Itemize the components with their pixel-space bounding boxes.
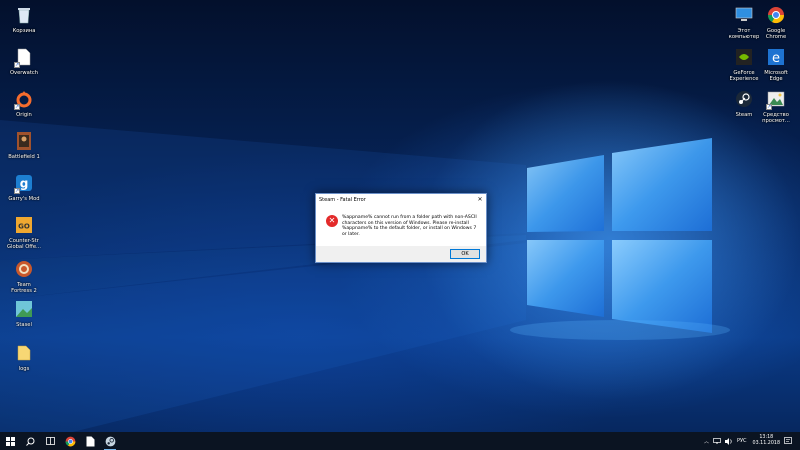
task-view-icon [45,437,55,445]
desktop-icon-label: Overwatch [9,70,39,76]
volume-icon[interactable] [724,437,733,445]
error-icon: ✕ [326,215,338,227]
csgo-icon: GO [14,214,34,236]
desktop-icon-label: Team Fortress 2 [11,282,37,294]
desktop-icon-logs[interactable]: logs [0,340,48,384]
desktop-icon-csgo[interactable]: GO Counter-Str Global Offe... [0,212,48,256]
desktop-icon-garrys-mod[interactable]: g ↗ Garry's Mod [0,170,48,214]
dialog-body: ✕ %appname% cannot run from a folder pat… [316,206,486,246]
edge-icon: e [766,46,786,68]
origin-icon: ↗ [14,88,34,110]
shortcut-arrow-icon: ↗ [14,188,20,194]
desktop-icon-stasel[interactable]: Stasel [0,296,48,340]
desktop-icon-origin[interactable]: ↗ Origin [0,86,48,130]
fatal-error-dialog[interactable]: Steam - Fatal Error ✕ ✕ %appname% cannot… [315,193,487,263]
task-view-button[interactable] [40,432,60,450]
system-tray: ︿ РУС 13:18 03.11.2018 [704,432,792,450]
taskbar-app-chrome[interactable] [60,432,80,450]
desktop-icon-label: Garry's Mod [8,196,40,202]
desktop-icon-label: Корзина [12,28,36,34]
recycle-bin-icon [14,4,34,26]
dialog-message: %appname% cannot run from a folder path … [342,215,477,237]
steam-tray-app-icon [105,436,115,446]
taskbar-app-file[interactable] [80,432,100,450]
desktop-icon-photo-viewer[interactable]: ↗ Средство просмот... [752,86,800,130]
photo-viewer-icon: ↗ [766,88,786,110]
taskbar-app-steam[interactable] [100,432,120,450]
start-button[interactable] [0,432,20,450]
stasel-icon [14,298,34,320]
desktop-icon-label: Microsoft Edge [764,70,788,82]
file-icon [86,436,94,446]
desktop-icon-label: Counter-Str Global Offe... [7,238,41,250]
network-icon[interactable] [713,438,721,444]
svg-text:e: e [772,51,780,66]
chrome-icon [766,4,786,26]
language-indicator[interactable]: РУС [737,438,747,444]
desktop-icon-chrome[interactable]: Google Chrome [752,2,800,46]
desktop-icon-edge[interactable]: e Microsoft Edge [752,44,800,88]
search-icon [25,437,34,446]
notifications-icon[interactable] [784,437,792,445]
desktop-icon-label: Google Chrome [765,28,787,40]
desktop-icon-overwatch[interactable]: ↗ Overwatch [0,44,48,88]
file-shortcut-icon: ↗ [14,46,34,68]
shortcut-arrow-icon: ↗ [766,104,772,110]
ok-button[interactable]: OK [450,249,480,259]
desktop-icon-label: Origin [16,112,32,118]
clock-date: 03.11.2018 [752,441,780,446]
search-button[interactable] [20,432,40,450]
this-pc-icon [734,4,754,26]
shortcut-arrow-icon: ↗ [14,104,20,110]
dialog-titlebar[interactable]: Steam - Fatal Error ✕ [316,194,486,206]
desktop-icon-recycle-bin[interactable]: Корзина [0,2,48,46]
clock[interactable]: 13:18 03.11.2018 [753,435,780,447]
geforce-icon [734,46,754,68]
folder-icon [14,342,34,364]
garrys-mod-icon: g ↗ [14,172,34,194]
dialog-footer: OK [316,246,486,262]
shortcut-arrow-icon: ↗ [14,62,20,68]
tf2-icon [14,258,34,280]
close-icon[interactable]: ✕ [474,194,486,206]
desktop-icon-tf2[interactable]: Team Fortress 2 [0,256,48,300]
dialog-title: Steam - Fatal Error [319,197,366,203]
desktop-icon-label: logs [18,366,30,372]
start-icon [5,436,15,446]
chrome-icon [65,436,75,446]
chevron-up-icon[interactable]: ︿ [704,438,709,445]
desktop-icon-label: Battlefield 1 [8,154,40,160]
desktop-icon-label: Средство просмот... [762,112,790,124]
battlefield-icon [14,130,34,152]
desktop-icon-label: Stasel [16,322,32,328]
desktop-icon-battlefield[interactable]: Battlefield 1 [0,128,48,172]
taskbar: ︿ РУС 13:18 03.11.2018 [0,432,800,450]
steam-icon [734,88,754,110]
svg-text:GO: GO [18,223,30,231]
svg-text:g: g [20,177,29,191]
